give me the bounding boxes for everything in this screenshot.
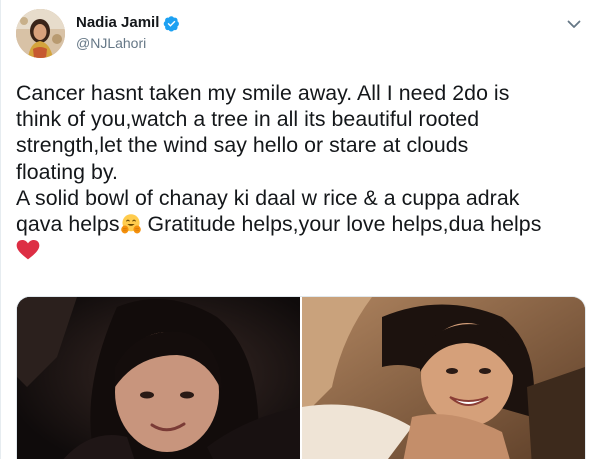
media-grid [16, 296, 586, 459]
tweet-line-part: Gratitude helps,your love helps,dua help… [141, 212, 542, 237]
photo-left[interactable] [17, 297, 300, 459]
hugging-face-emoji-icon [120, 214, 141, 234]
user-handle[interactable]: @NJLahori [76, 34, 146, 52]
tweet-line [16, 237, 586, 263]
tweet-text: Cancer hasnt taken my smile away. All I … [16, 80, 586, 263]
tweet-line: think of you,watch a tree in all its bea… [16, 107, 480, 132]
verified-badge-icon [164, 15, 180, 31]
divider [0, 0, 1, 459]
tweet-line-with-emoji: qava helps Gratitude helps,your love hel… [16, 211, 586, 237]
avatar[interactable] [16, 9, 65, 58]
tweet-line: A solid bowl of chanay ki daal w rice & … [16, 185, 520, 210]
tweet-line: strength,let the wind say hello or stare… [16, 133, 469, 158]
tweet-line: Cancer hasnt taken my smile away. All I … [16, 81, 510, 105]
photo-selfie-dark [17, 297, 300, 459]
chevron-down-icon [567, 20, 581, 28]
red-heart-emoji-icon [16, 240, 40, 260]
tweet-menu-button[interactable] [564, 14, 584, 34]
tweet-line: floating by. [16, 159, 119, 184]
photo-selfie-smiling [302, 297, 585, 459]
tweet-line-part: qava helps [16, 212, 120, 237]
display-name[interactable]: Nadia Jamil [76, 14, 159, 32]
tweet-card: Nadia Jamil @NJLahori Cancer hasnt taken… [0, 0, 594, 459]
avatar-image [16, 9, 65, 58]
photo-right[interactable] [302, 297, 585, 459]
